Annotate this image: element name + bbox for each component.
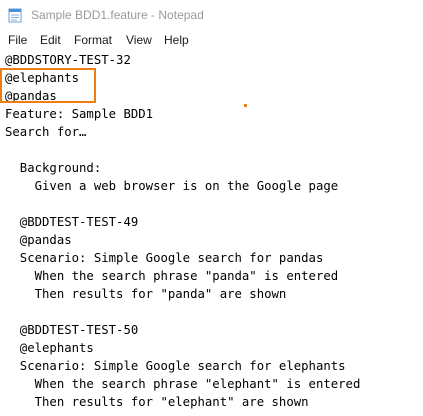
editor-line: Feature: Sample BDD1	[5, 107, 154, 121]
editor-line: Scenario: Simple Google search for eleph…	[5, 359, 346, 373]
notepad-window: Sample BDD1.feature - Notepad File Edit …	[0, 0, 423, 416]
menu-bar: File Edit Format View Help	[0, 31, 423, 50]
text-editor-area[interactable]: @BDDSTORY-TEST-32 @elephants @pandas Fea…	[0, 50, 423, 416]
editor-line: Scenario: Simple Google search for panda…	[5, 251, 324, 265]
editor-line: When the search phrase "panda" is entere…	[5, 269, 339, 283]
notepad-icon	[8, 8, 22, 23]
editor-line: Then results for "panda" are shown	[5, 287, 287, 301]
orange-marker	[244, 104, 247, 107]
menu-edit[interactable]: Edit	[40, 33, 61, 47]
editor-line: @elephants	[5, 341, 94, 355]
editor-line: Search for…	[5, 125, 87, 139]
editor-line: @pandas	[5, 233, 72, 247]
editor-line: When the search phrase "elephant" is ent…	[5, 377, 361, 391]
editor-line: Then results for "elephant" are shown	[5, 395, 309, 409]
editor-line: @BDDTEST-TEST-50	[5, 323, 139, 337]
editor-line: @BDDSTORY-TEST-32	[5, 53, 131, 67]
editor-line: Background:	[5, 161, 102, 175]
editor-line: @BDDTEST-TEST-49	[5, 215, 139, 229]
menu-view[interactable]: View	[126, 33, 152, 47]
editor-line: @pandas	[5, 89, 57, 103]
editor-line: Given a web browser is on the Google pag…	[5, 179, 339, 193]
window-title: Sample BDD1.feature - Notepad	[31, 8, 204, 22]
menu-format[interactable]: Format	[74, 33, 112, 47]
menu-file[interactable]: File	[8, 33, 27, 47]
title-bar[interactable]: Sample BDD1.feature - Notepad	[0, 0, 423, 31]
menu-help[interactable]: Help	[164, 33, 189, 47]
editor-line: @elephants	[5, 71, 80, 85]
